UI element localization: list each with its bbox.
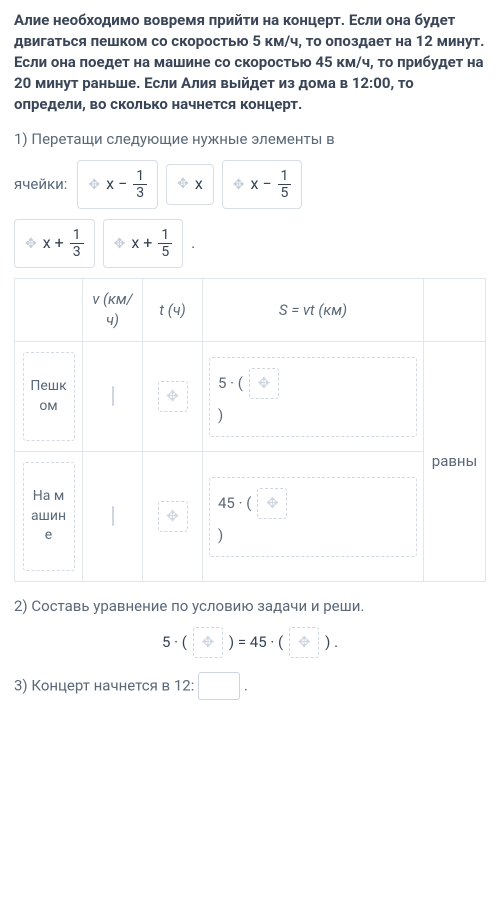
fraction-1-3: 1 3 — [70, 228, 84, 259]
equation-row: 5 · ( ✥ ) = 45 · ( ✥ ) . — [14, 627, 486, 658]
step3-row: 3) Концерт начнется в 12: . — [14, 672, 486, 700]
eq-drop-left[interactable]: ✥ — [193, 627, 223, 658]
step1-text: 1) Перетащи следующие нужные элементы в — [14, 129, 486, 150]
chip-text: x − — [106, 173, 127, 195]
chip-text: x + — [131, 232, 152, 254]
fraction-1-5: 1 5 — [158, 228, 172, 259]
chip-row-1: ячейки: ✥ x − 1 3 ✥ x ✥ x − 1 5 — [14, 160, 486, 209]
col-t: t (ч) — [143, 279, 203, 342]
step3-pre: 3) Концерт начнется в 12: — [14, 676, 194, 694]
car-s-drop[interactable]: ✥ — [257, 488, 287, 519]
move-icon: ✥ — [114, 237, 126, 251]
move-icon: ✥ — [177, 177, 189, 191]
answer-time-input[interactable] — [198, 672, 240, 700]
eq-rhs: ) . — [325, 632, 338, 653]
eq-drop-right[interactable]: ✥ — [289, 627, 319, 658]
chip-x-minus-1-3[interactable]: ✥ x − 1 3 — [77, 160, 158, 209]
chip-x[interactable]: ✥ x — [166, 164, 214, 204]
row-label-walk: Пешком — [23, 352, 75, 441]
car-s-close: ) — [218, 525, 223, 546]
problem-statement: Алие необходимо вовремя прийти на концер… — [14, 10, 486, 115]
walk-s-cell: 5 · ( ✥ ) — [209, 357, 417, 437]
eq-mid: ) = 45 · ( — [229, 632, 283, 653]
car-s-cell: 45 · ( ✥ ) — [209, 477, 417, 557]
col-s: S = vt (км) — [203, 279, 424, 342]
step2-text: 2) Составь уравнение по условию задачи и… — [14, 596, 486, 617]
equal-label: равны — [424, 342, 486, 582]
row-label-car: На машине — [23, 462, 75, 571]
chip-text: x − — [250, 173, 271, 195]
chip-x-plus-1-3[interactable]: ✥ x + 1 3 — [14, 219, 95, 268]
data-table: v (км/ч) t (ч) S = vt (км) Пешком ✥ 5 · … — [14, 278, 486, 582]
fraction-1-3: 1 3 — [133, 169, 147, 200]
car-s-pre: 45 · ( — [218, 493, 251, 514]
chip-row-2: ✥ x + 1 3 ✥ x + 1 5 . — [14, 219, 486, 268]
dot: . — [191, 233, 195, 254]
eq-lhs: 5 · ( — [162, 632, 187, 653]
walk-s-drop[interactable]: ✥ — [249, 368, 279, 399]
fraction-1-5: 1 5 — [278, 169, 292, 200]
col-v: v (км/ч) — [83, 279, 143, 342]
walk-s-pre: 5 · ( — [218, 373, 243, 394]
walk-t-drop[interactable]: ✥ — [158, 381, 188, 412]
cells-label: ячейки: — [14, 174, 67, 195]
chip-x-minus-1-5[interactable]: ✥ x − 1 5 — [222, 160, 303, 209]
car-v-input[interactable] — [112, 506, 114, 526]
step3-post: . — [244, 676, 248, 694]
move-icon: ✥ — [233, 178, 245, 192]
chip-text: x — [195, 173, 203, 195]
chip-x-plus-1-5[interactable]: ✥ x + 1 5 — [103, 219, 184, 268]
move-icon: ✥ — [25, 237, 37, 251]
car-t-drop[interactable]: ✥ — [158, 501, 188, 532]
walk-s-close: ) — [218, 405, 223, 426]
move-icon: ✥ — [88, 178, 100, 192]
chip-text: x + — [43, 232, 64, 254]
walk-v-input[interactable] — [112, 386, 114, 406]
